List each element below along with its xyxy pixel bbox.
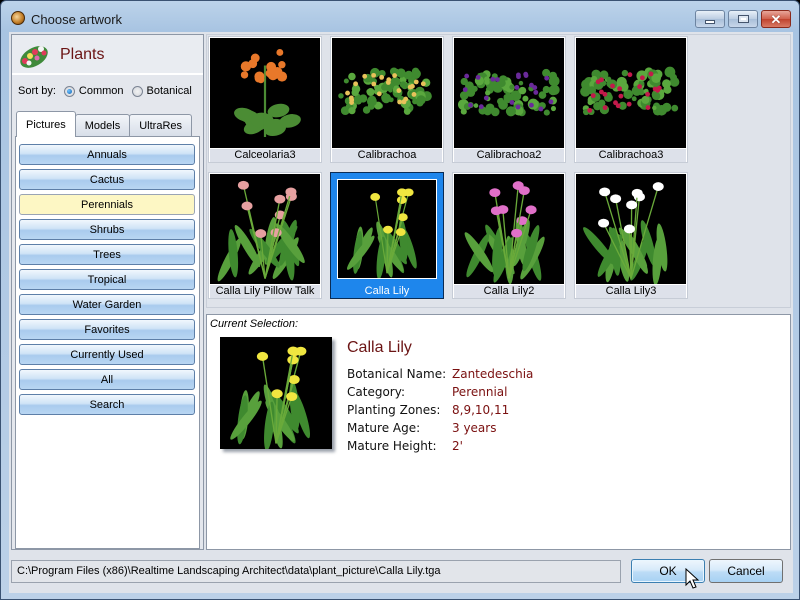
property-row: Category: Perennial xyxy=(347,383,533,401)
mouse-cursor-icon xyxy=(685,568,700,589)
current-selection-panel: Current Selection: Calla Lily Botanical … xyxy=(206,314,791,550)
file-path-field: C:\Program Files (x86)\Realtime Landscap… xyxy=(11,560,621,583)
plant-image xyxy=(576,38,686,148)
artwork-thumbnail[interactable]: Calceolaria3 xyxy=(208,36,322,163)
category-favorites-button[interactable]: Favorites xyxy=(19,319,195,340)
library-tabs: Pictures Models UltraRes xyxy=(16,110,193,137)
property-key: Category: xyxy=(347,385,405,399)
artwork-thumbnail[interactable]: Calibrachoa2 xyxy=(452,36,566,163)
category-all-button[interactable]: All xyxy=(19,369,195,390)
property-value: Zantedeschia xyxy=(452,367,534,381)
plants-panel: Plants Sort by: Common Botanical Picture… xyxy=(11,34,204,550)
category-trees-button[interactable]: Trees xyxy=(19,244,195,265)
property-row: Mature Age: 3 years xyxy=(347,419,533,437)
property-value: 8,9,10,11 xyxy=(452,403,510,417)
category-tropical-button[interactable]: Tropical xyxy=(19,269,195,290)
category-cactus-button[interactable]: Cactus xyxy=(19,169,195,190)
category-annuals-button[interactable]: Annuals xyxy=(19,144,195,165)
minimize-button[interactable] xyxy=(695,10,725,28)
artwork-thumbnail[interactable]: Calibrachoa3 xyxy=(574,36,688,163)
tab-models[interactable]: Models xyxy=(74,114,131,137)
cancel-button[interactable]: Cancel xyxy=(709,559,783,583)
sort-by-group: Sort by: Common Botanical xyxy=(18,85,192,97)
property-key: Mature Age: xyxy=(347,421,421,435)
plants-flowerbed-icon xyxy=(20,46,48,68)
plant-image xyxy=(210,174,320,284)
plants-title: Plants xyxy=(60,46,105,63)
thumbnail-label: Calla Lily3 xyxy=(576,285,686,298)
plant-image xyxy=(210,38,320,148)
artwork-thumbnail[interactable]: Calibrachoa xyxy=(330,36,444,163)
thumbnail-label: Calla Lily Pillow Talk xyxy=(210,285,320,298)
thumbnail-label: Calibrachoa3 xyxy=(576,149,686,162)
artwork-grid: Calceolaria3 Calibrachoa Calibrachoa2 Ca… xyxy=(206,34,791,308)
close-icon: ✕ xyxy=(770,11,782,27)
maximize-button[interactable] xyxy=(728,10,758,28)
plant-properties: Botanical Name: Zantedeschia Category: P… xyxy=(347,365,533,455)
category-shrubs-button[interactable]: Shrubs xyxy=(19,219,195,240)
thumbnail-label: Calceolaria3 xyxy=(210,149,320,162)
plants-header: Plants xyxy=(12,35,203,75)
tab-ultrares[interactable]: UltraRes xyxy=(129,114,193,137)
property-row: Planting Zones: 8,9,10,11 xyxy=(347,401,533,419)
thumbnail-label: Calibrachoa2 xyxy=(454,149,564,162)
close-button[interactable]: ✕ xyxy=(761,10,791,28)
dialog-client: Plants Sort by: Common Botanical Picture… xyxy=(9,32,793,593)
category-currently-used-button[interactable]: Currently Used xyxy=(19,344,195,365)
window-title: Choose artwork xyxy=(31,12,123,27)
property-key: Planting Zones: xyxy=(347,403,441,417)
plant-image xyxy=(454,38,564,148)
sort-by-label: Sort by: xyxy=(18,85,56,97)
maximize-icon xyxy=(737,15,749,23)
plant-image xyxy=(454,174,564,284)
minimize-icon xyxy=(705,20,715,24)
category-water-garden-button[interactable]: Water Garden xyxy=(19,294,195,315)
title-bar[interactable]: Choose artwork ✕ xyxy=(1,1,800,35)
property-row: Botanical Name: Zantedeschia xyxy=(347,365,533,383)
thumbnail-label: Calla Lily2 xyxy=(454,285,564,298)
selected-plant-preview xyxy=(220,337,332,449)
property-value: Perennial xyxy=(452,385,508,399)
thumbnail-label: Calibrachoa xyxy=(332,149,442,162)
sort-common-label[interactable]: Common xyxy=(79,85,124,97)
choose-artwork-dialog: Choose artwork ✕ Plants Sort by: Common xyxy=(0,0,800,600)
category-list: Annuals Cactus Perennials Shrubs Trees T… xyxy=(19,144,195,419)
property-key: Botanical Name: xyxy=(347,367,447,381)
property-value: 3 years xyxy=(452,421,497,435)
plant-image xyxy=(576,174,686,284)
thumbnail-label: Calla Lily xyxy=(364,285,410,297)
app-icon xyxy=(11,11,25,25)
artwork-thumbnail[interactable]: Calla Lily2 xyxy=(452,172,566,299)
artwork-thumbnail[interactable]: Calla Lily3 xyxy=(574,172,688,299)
sort-common-radio[interactable] xyxy=(63,85,75,97)
property-key: Mature Height: xyxy=(347,439,437,453)
artwork-thumbnail[interactable]: Calla Lily Pillow Talk xyxy=(208,172,322,299)
sort-botanical-label[interactable]: Botanical xyxy=(147,85,192,97)
sort-botanical-radio[interactable] xyxy=(131,85,143,97)
current-selection-caption: Current Selection: xyxy=(210,318,299,330)
category-search-button[interactable]: Search xyxy=(19,394,195,415)
selected-plant-name: Calla Lily xyxy=(347,339,412,356)
category-perennials-button[interactable]: Perennials xyxy=(19,194,195,215)
plant-image xyxy=(337,179,437,279)
artwork-thumbnail-selected[interactable]: Calla Lily xyxy=(330,172,444,299)
plant-image xyxy=(332,38,442,148)
property-value: 2' xyxy=(452,439,463,453)
property-row: Mature Height: 2' xyxy=(347,437,533,455)
tab-pictures[interactable]: Pictures xyxy=(16,111,76,137)
